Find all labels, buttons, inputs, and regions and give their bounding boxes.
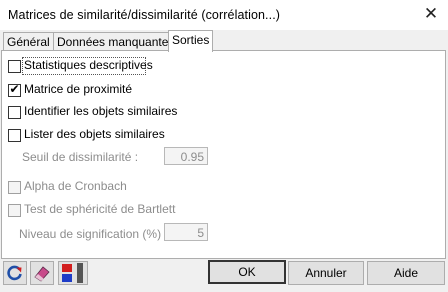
prox-matrix-label[interactable]: Matrice de proximité <box>24 82 132 96</box>
list-similar-checkbox[interactable] <box>8 129 21 142</box>
tab-general[interactable]: Général <box>3 32 54 51</box>
stats-desc-label[interactable]: Statistiques descriptives <box>24 58 153 72</box>
title-bar: Matrices de similarité/dissimilarité (co… <box>0 0 448 30</box>
cronbach-checkbox[interactable] <box>8 181 21 194</box>
outputs-panel: Statistiques descriptives ✔ Matrice de p… <box>1 50 446 259</box>
reset-button[interactable] <box>3 261 27 285</box>
tab-outputs[interactable]: Sorties <box>168 30 214 52</box>
selection-toggle-icon <box>62 263 83 283</box>
bartlett-label[interactable]: Test de sphéricité de Bartlett <box>24 202 175 216</box>
identify-similar-checkbox[interactable] <box>8 106 21 119</box>
check-icon: ✔ <box>9 82 20 96</box>
help-button[interactable]: Aide <box>367 261 445 285</box>
sig-level-label: Niveau de signification (%) <box>19 227 162 241</box>
tab-missing-data-label: Données manquantes <box>57 35 175 49</box>
tab-general-label: Général <box>7 35 50 49</box>
close-icon[interactable]: ✕ <box>420 3 442 25</box>
prox-matrix-checkbox[interactable]: ✔ <box>8 82 21 97</box>
list-similar-label[interactable]: Lister des objets similaires <box>24 127 165 141</box>
dissim-threshold-label: Seuil de dissimilarité : <box>22 150 139 164</box>
dialog-body: Général Données manquantes Sorties Stati… <box>0 30 448 292</box>
ok-button[interactable]: OK <box>208 260 286 284</box>
eraser-button[interactable] <box>30 261 54 285</box>
window-title: Matrices de similarité/dissimilarité (co… <box>8 8 281 22</box>
reset-icon <box>7 265 22 281</box>
eraser-icon <box>34 266 50 282</box>
selection-toggle-button[interactable] <box>58 261 88 285</box>
cronbach-label[interactable]: Alpha de Cronbach <box>24 179 127 193</box>
tab-missing-data[interactable]: Données manquantes <box>53 32 179 51</box>
tab-outputs-label: Sorties <box>172 33 210 47</box>
cancel-button[interactable]: Annuler <box>288 261 364 285</box>
sig-level-input[interactable]: 5 <box>164 223 208 241</box>
bartlett-checkbox[interactable] <box>8 204 21 217</box>
identify-similar-label[interactable]: Identifier les objets similaires <box>24 104 177 118</box>
dissim-threshold-input[interactable]: 0.95 <box>164 147 208 165</box>
stats-desc-checkbox[interactable] <box>8 60 21 73</box>
